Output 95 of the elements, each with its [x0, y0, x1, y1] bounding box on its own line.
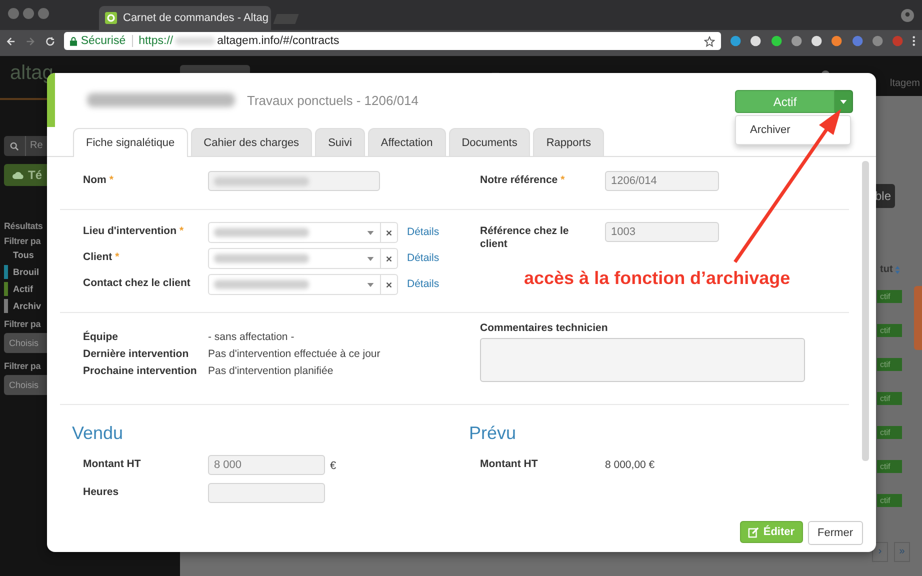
tab[interactable]: Documents — [448, 128, 530, 156]
required-mark: * — [115, 251, 120, 263]
tab[interactable]: Rapports — [533, 128, 604, 156]
window-control[interactable] — [38, 8, 49, 19]
status-filter[interactable]: Actif — [4, 280, 33, 297]
status-filter[interactable]: Tous — [4, 246, 34, 263]
filter-label: Filtrer pa — [4, 236, 41, 246]
tab[interactable]: Suivi — [315, 128, 365, 156]
field-value: - sans affectation - — [208, 331, 294, 344]
annotation-text: accès à la fonction d’archivage — [524, 268, 790, 289]
required-mark: * — [180, 225, 184, 237]
field-label: Équipe — [83, 331, 118, 343]
extension-icon[interactable] — [831, 35, 843, 47]
field-label: Montant HT — [480, 457, 539, 471]
required-mark: * — [109, 174, 114, 186]
status-badge: ctif — [877, 426, 902, 439]
details-link[interactable]: Détails — [407, 274, 440, 290]
search-icon — [10, 142, 19, 150]
extension-icon[interactable] — [811, 35, 822, 47]
input-field[interactable]: 8 000 — [208, 455, 325, 475]
extension-icon[interactable] — [770, 35, 782, 47]
extension-icon[interactable] — [750, 35, 762, 47]
cloud-icon — [12, 170, 24, 180]
filter-label: Filtrer pa — [4, 361, 41, 371]
section-heading: Vendu — [72, 423, 124, 444]
select-field[interactable] — [208, 274, 398, 295]
reload-icon[interactable] — [44, 36, 55, 46]
field-label: Référence chez le client — [480, 225, 569, 250]
menu-item[interactable]: Archiver — [736, 120, 850, 140]
field-label: Notre référence — [480, 174, 558, 186]
status-badge: ctif — [877, 324, 902, 337]
dropdown-toggle[interactable] — [835, 90, 853, 113]
details-link[interactable]: Détails — [407, 222, 440, 238]
field-label: Heures — [83, 485, 120, 499]
field-label: Contact chez le client — [83, 277, 190, 289]
section-heading: Prévu — [469, 423, 518, 444]
tab[interactable]: Cahier des charges — [190, 128, 312, 156]
sort-icon — [894, 266, 900, 274]
tab[interactable]: Fiche signalétique — [73, 128, 188, 157]
status-badge: ctif — [877, 290, 902, 303]
input-field[interactable] — [208, 171, 380, 191]
app-icon — [105, 12, 117, 24]
filter-label: Filtrer pa — [4, 319, 41, 329]
scrollbar[interactable] — [862, 161, 869, 461]
profile-icon[interactable] — [901, 9, 914, 22]
extension-icon[interactable] — [790, 35, 802, 47]
status-filter[interactable]: Archiv — [4, 297, 42, 314]
edit-icon — [748, 526, 760, 538]
input-field[interactable]: 1206/014 — [605, 171, 719, 191]
text-area[interactable] — [480, 338, 805, 382]
menu-icon[interactable] — [912, 35, 916, 47]
status-badge: ctif — [877, 494, 902, 507]
status-badge: ctif — [877, 358, 902, 371]
caret-icon — [367, 256, 374, 260]
tab-title: Carnet de commandes - Altag — [123, 12, 269, 24]
select-field[interactable] — [208, 248, 398, 269]
select-field[interactable] — [208, 222, 398, 243]
field-label: Prochaine intervention — [83, 365, 197, 377]
field-label: Lieu d'intervention — [83, 225, 177, 237]
input-field[interactable] — [208, 483, 325, 503]
tab[interactable]: Affectation — [368, 128, 446, 156]
caret-icon — [840, 100, 847, 104]
required-mark: * — [560, 174, 565, 186]
field-value: Pas d'intervention effectuée à ce jour — [208, 348, 380, 361]
secure-label: Sécurisé — [80, 35, 126, 47]
back-icon[interactable] — [6, 36, 16, 46]
status-filter[interactable]: Brouil — [4, 263, 39, 280]
unit-label: € — [330, 459, 336, 472]
field-label: Nom — [83, 174, 106, 186]
extension-icon[interactable] — [730, 35, 742, 47]
caret-icon — [367, 230, 374, 234]
window-control[interactable] — [23, 8, 34, 19]
url-scheme: https:// — [138, 35, 174, 47]
close-button[interactable]: Fermer — [808, 521, 863, 545]
forward-icon[interactable] — [25, 36, 36, 46]
address-bar[interactable]: Sécurisé https:// altagem.info/#/contracts — [64, 32, 722, 50]
blurred-text — [175, 37, 216, 45]
browser-tab[interactable]: Carnet de commandes - Altag — [99, 6, 271, 30]
url-text: altagem.info/#/contracts — [217, 35, 340, 47]
status-badge: ctif — [877, 392, 902, 405]
star-icon[interactable] — [704, 36, 716, 46]
field-label: Commentaires technicien — [480, 322, 608, 334]
results-label: Résultats — [4, 221, 43, 231]
field-value: 8 000,00 € — [605, 458, 655, 472]
details-link[interactable]: Détails — [407, 248, 440, 264]
field-label: Client — [83, 251, 112, 263]
lock-icon — [70, 36, 77, 46]
input-field[interactable]: 1003 — [605, 222, 719, 242]
field-value: Pas d'intervention planifiée — [208, 365, 334, 378]
window-control[interactable] — [8, 8, 19, 19]
status-badge: ctif — [877, 460, 902, 473]
field-label: Dernière intervention — [83, 348, 189, 360]
field-label: Montant HT — [83, 457, 142, 471]
modal-title: Travaux ponctuels - 1206/014 — [247, 93, 419, 108]
caret-icon — [367, 282, 374, 286]
